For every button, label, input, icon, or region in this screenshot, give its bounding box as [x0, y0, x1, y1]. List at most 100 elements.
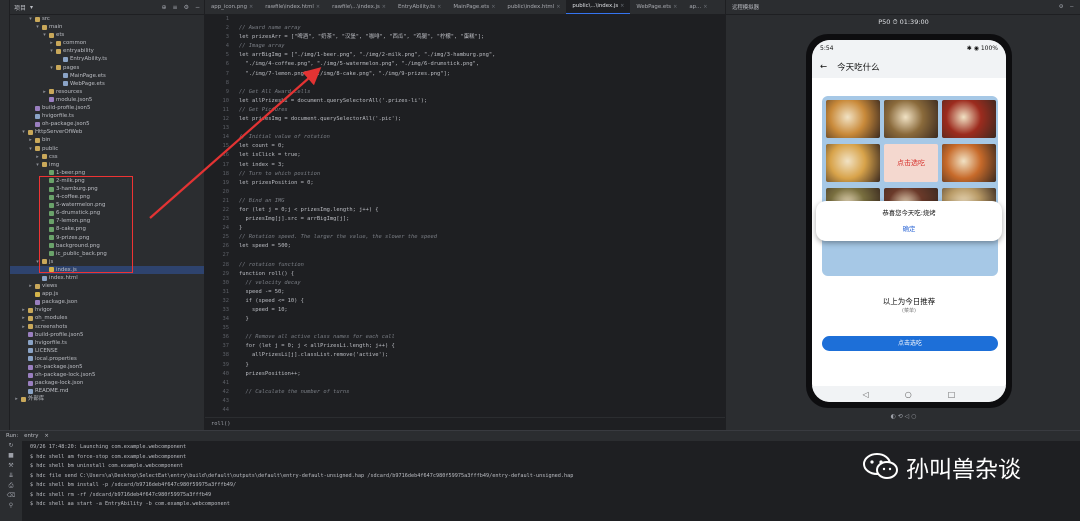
- code-area[interactable]: // Award name array let prizesArr = ["啤酒"…: [233, 15, 725, 417]
- tree-item[interactable]: ▸ 外部库: [10, 395, 204, 403]
- editor-tab[interactable]: EntryAbility.ts ×: [392, 0, 447, 14]
- close-icon[interactable]: ×: [673, 0, 677, 14]
- tree-item[interactable]: ▾ img: [10, 161, 204, 169]
- tree-item[interactable]: hvigorfile.ts: [10, 339, 204, 347]
- close-icon[interactable]: ×: [44, 433, 49, 439]
- close-icon[interactable]: ×: [249, 0, 253, 14]
- chevron-icon[interactable]: ▸: [21, 306, 26, 314]
- close-icon[interactable]: ×: [703, 0, 707, 14]
- draw-button[interactable]: 点击选吃: [822, 336, 998, 351]
- tree-item[interactable]: LICENSE: [10, 347, 204, 355]
- chevron-icon[interactable]: ▸: [21, 323, 26, 331]
- nav-recent-icon[interactable]: □: [948, 390, 956, 399]
- chevron-icon[interactable]: ▸: [42, 88, 47, 96]
- tree-item[interactable]: 2-milk.png: [10, 177, 204, 185]
- collapse-icon[interactable]: ≡: [173, 4, 178, 11]
- chevron-down-icon[interactable]: ▾: [30, 4, 33, 11]
- back-arrow-icon[interactable]: ←: [820, 62, 827, 72]
- stop-icon[interactable]: ■: [0, 451, 22, 461]
- chevron-icon[interactable]: ▸: [21, 314, 26, 322]
- tree-item[interactable]: 3-hamburg.png: [10, 185, 204, 193]
- tree-item[interactable]: ▾ js: [10, 258, 204, 266]
- tree-item[interactable]: ▾ public: [10, 145, 204, 153]
- tree-item[interactable]: 7-lemon.png: [10, 217, 204, 225]
- code-editor[interactable]: 1 2 3 4 5 6 7 8 9 10 11 12 13 14 15 16 17 18 19 20 21 22 23 24 2…: [205, 15, 725, 417]
- tree-item[interactable]: ▸ bin: [10, 136, 204, 144]
- chevron-icon[interactable]: ▸: [14, 395, 19, 403]
- code-line[interactable]: // Get Pictures: [239, 106, 725, 115]
- editor-tab[interactable]: public\...\index.js ×: [566, 0, 631, 14]
- code-line[interactable]: speed -= 50;: [239, 288, 725, 297]
- tree-item[interactable]: ▾ main: [10, 23, 204, 31]
- code-line[interactable]: let arrBigImg = ["./img/1-beer.png", "./…: [239, 51, 725, 60]
- code-line[interactable]: let isClick = true;: [239, 151, 725, 160]
- chevron-icon[interactable]: ▾: [35, 23, 40, 31]
- tree-item[interactable]: background.png: [10, 242, 204, 250]
- code-line[interactable]: [239, 397, 725, 406]
- close-icon[interactable]: ×: [437, 0, 441, 14]
- code-line[interactable]: [239, 251, 725, 260]
- chevron-icon[interactable]: ▾: [35, 258, 40, 266]
- code-line[interactable]: function roll() {: [239, 270, 725, 279]
- editor-tab[interactable]: rawfile\...\index.js ×: [326, 0, 392, 14]
- console-output[interactable]: 09/26 17:48:20: Launching com.example.we…: [30, 443, 730, 510]
- settings-icon[interactable]: ⚙: [1059, 4, 1064, 10]
- code-line[interactable]: let count = 0;: [239, 142, 725, 151]
- close-icon[interactable]: ×: [556, 0, 560, 14]
- tree-item[interactable]: MainPage.ets: [10, 72, 204, 80]
- code-line[interactable]: "./img/4-coffee.png", "./img/5-watermelo…: [239, 60, 725, 69]
- chevron-icon[interactable]: ▾: [49, 64, 54, 72]
- code-line[interactable]: allPrizesLi[j].classList.remove('active'…: [239, 351, 725, 360]
- code-line[interactable]: [239, 379, 725, 388]
- pin-icon[interactable]: ⚲: [0, 501, 22, 511]
- code-line[interactable]: // Remove all active class names for eac…: [239, 333, 725, 342]
- chevron-icon[interactable]: ▾: [28, 145, 33, 153]
- clear-icon[interactable]: ⌫: [0, 491, 22, 501]
- code-line[interactable]: }: [239, 315, 725, 324]
- code-line[interactable]: let index = 3;: [239, 161, 725, 170]
- tree-item[interactable]: index.html: [10, 274, 204, 282]
- code-line[interactable]: // Turn to which position: [239, 170, 725, 179]
- nav-back-icon[interactable]: ◁: [863, 390, 869, 399]
- code-line[interactable]: // Calculate the number of turns: [239, 388, 725, 397]
- code-line[interactable]: for (let j = 0;j < prizesImg.length; j++…: [239, 206, 725, 215]
- tree-item[interactable]: ▸ views: [10, 282, 204, 290]
- code-line[interactable]: // velocity decay: [239, 279, 725, 288]
- editor-tab[interactable]: MainPage.ets ×: [447, 0, 501, 14]
- code-line[interactable]: let prizesImg = document.querySelectorAl…: [239, 115, 725, 124]
- code-line[interactable]: prizesImg[j].src = arrBigImg[j];: [239, 215, 725, 224]
- tree-item[interactable]: oh-package.json5: [10, 363, 204, 371]
- chevron-icon[interactable]: ▾: [42, 31, 47, 39]
- tree-item[interactable]: app.js: [10, 290, 204, 298]
- dialog-ok-button[interactable]: 确定: [816, 224, 1002, 233]
- tree-item[interactable]: build-profile.json5: [10, 104, 204, 112]
- code-line[interactable]: prizesPosition++;: [239, 370, 725, 379]
- rerun-icon[interactable]: ↻: [0, 441, 22, 451]
- code-line[interactable]: for (let j = 0; j < allPrizesLi.length; …: [239, 342, 725, 351]
- tree-item[interactable]: index.js: [10, 265, 204, 274]
- tree-item[interactable]: ▸ common: [10, 39, 204, 47]
- tree-item[interactable]: ▸ resources: [10, 88, 204, 96]
- emulator-footer-controls[interactable]: ◐ ⟲ ◁ ○: [726, 413, 1080, 420]
- tree-item[interactable]: 1-beer.png: [10, 169, 204, 177]
- scroll-end-icon[interactable]: ⇊: [0, 471, 22, 481]
- tree-item[interactable]: ic_public_back.png: [10, 250, 204, 258]
- code-line[interactable]: "./img/7-lemon.png", "./img/8-cake.png",…: [239, 70, 725, 79]
- editor-tab[interactable]: rawfile\index.html ×: [259, 0, 326, 14]
- code-line[interactable]: [239, 406, 725, 415]
- code-line[interactable]: // Rotation speed. The larger the value,…: [239, 233, 725, 242]
- chevron-icon[interactable]: ▸: [49, 39, 54, 47]
- code-line[interactable]: // Get All Award Cells: [239, 88, 725, 97]
- close-icon[interactable]: ×: [491, 0, 495, 14]
- draw-cell[interactable]: 点击选吃: [884, 144, 938, 182]
- code-line[interactable]: // Image array: [239, 42, 725, 51]
- code-line[interactable]: }: [239, 224, 725, 233]
- tree-item[interactable]: ▾ entryability: [10, 47, 204, 55]
- close-icon[interactable]: ×: [316, 0, 320, 14]
- tree-item[interactable]: local.properties: [10, 355, 204, 363]
- editor-tab[interactable]: app_icon.png ×: [205, 0, 259, 14]
- tree-item[interactable]: ▾ pages: [10, 64, 204, 72]
- gear-icon[interactable]: ⚙: [184, 4, 189, 11]
- chevron-icon[interactable]: ▸: [28, 282, 33, 290]
- tree-item[interactable]: WebPage.ets: [10, 80, 204, 88]
